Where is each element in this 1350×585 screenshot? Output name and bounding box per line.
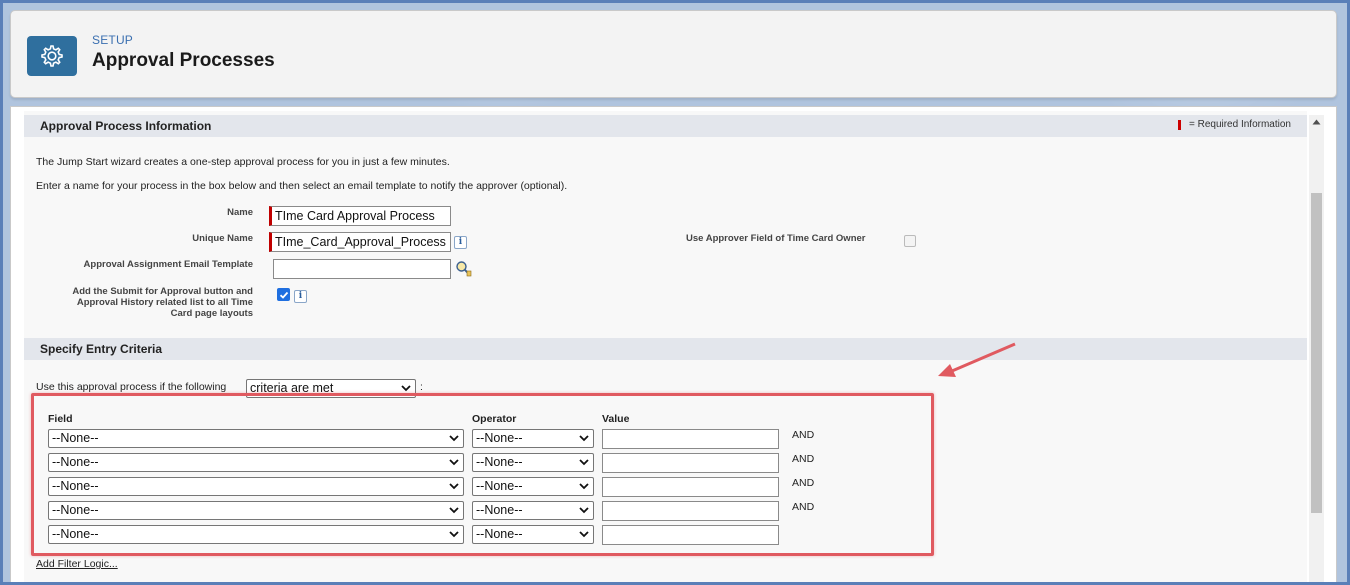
email-template-input[interactable] (273, 259, 451, 279)
submit-approval-checkbox[interactable] (277, 288, 290, 301)
name-label: Name (227, 207, 253, 218)
section-header-approval-info: Approval Process Information = Required … (24, 115, 1307, 137)
approver-field-checkbox[interactable] (904, 235, 916, 247)
submit-approval-label-line2: Approval History related list to all Tim… (76, 297, 253, 308)
criteria-colon: : (420, 381, 423, 393)
submit-approval-info-icon[interactable]: i (294, 290, 307, 303)
required-marker (1177, 120, 1181, 130)
submit-approval-label: Add the Submit for Approval button and A… (24, 286, 253, 319)
section-header-entry-criteria: Specify Entry Criteria (24, 338, 1307, 360)
unique-name-info-icon[interactable]: i (454, 236, 467, 249)
scrollbar-thumb[interactable] (1311, 193, 1322, 513)
email-template-label: Approval Assignment Email Template (83, 259, 253, 270)
approver-field-label: Use Approver Field of Time Card Owner (686, 233, 866, 244)
unique-name-input[interactable]: TIme_Card_Approval_Process (269, 232, 451, 252)
section-title: Specify Entry Criteria (40, 342, 163, 356)
chevron-down-icon (401, 385, 411, 392)
required-legend: = Required Information (1177, 119, 1291, 131)
breadcrumb-setup: SETUP (92, 33, 134, 47)
submit-approval-label-line3: Card page layouts (170, 308, 253, 319)
section-title: Approval Process Information (40, 119, 212, 133)
lookup-icon[interactable] (455, 260, 472, 282)
submit-approval-label-line1: Add the Submit for Approval button and (72, 286, 253, 297)
page-background: SETUP Approval Processes Approval Proces… (3, 3, 1347, 582)
scroll-up-arrow-icon[interactable] (1312, 119, 1321, 125)
unique-name-label: Unique Name (192, 233, 253, 244)
annotation-highlight-box (31, 393, 934, 556)
intro-text-2: Enter a name for your process in the box… (36, 180, 568, 192)
name-input[interactable]: TIme Card Approval Process (269, 206, 451, 226)
vertical-scrollbar[interactable] (1309, 115, 1324, 582)
setup-header: SETUP Approval Processes (10, 10, 1337, 98)
add-filter-logic-link[interactable]: Add Filter Logic... (36, 558, 118, 570)
annotation-arrow-icon (938, 342, 1016, 377)
intro-text-1: The Jump Start wizard creates a one-step… (36, 156, 450, 168)
required-legend-text: = Required Information (1188, 119, 1291, 130)
use-if-label: Use this approval process if the followi… (36, 381, 227, 393)
page-title: Approval Processes (92, 50, 275, 71)
gear-icon (27, 36, 77, 76)
